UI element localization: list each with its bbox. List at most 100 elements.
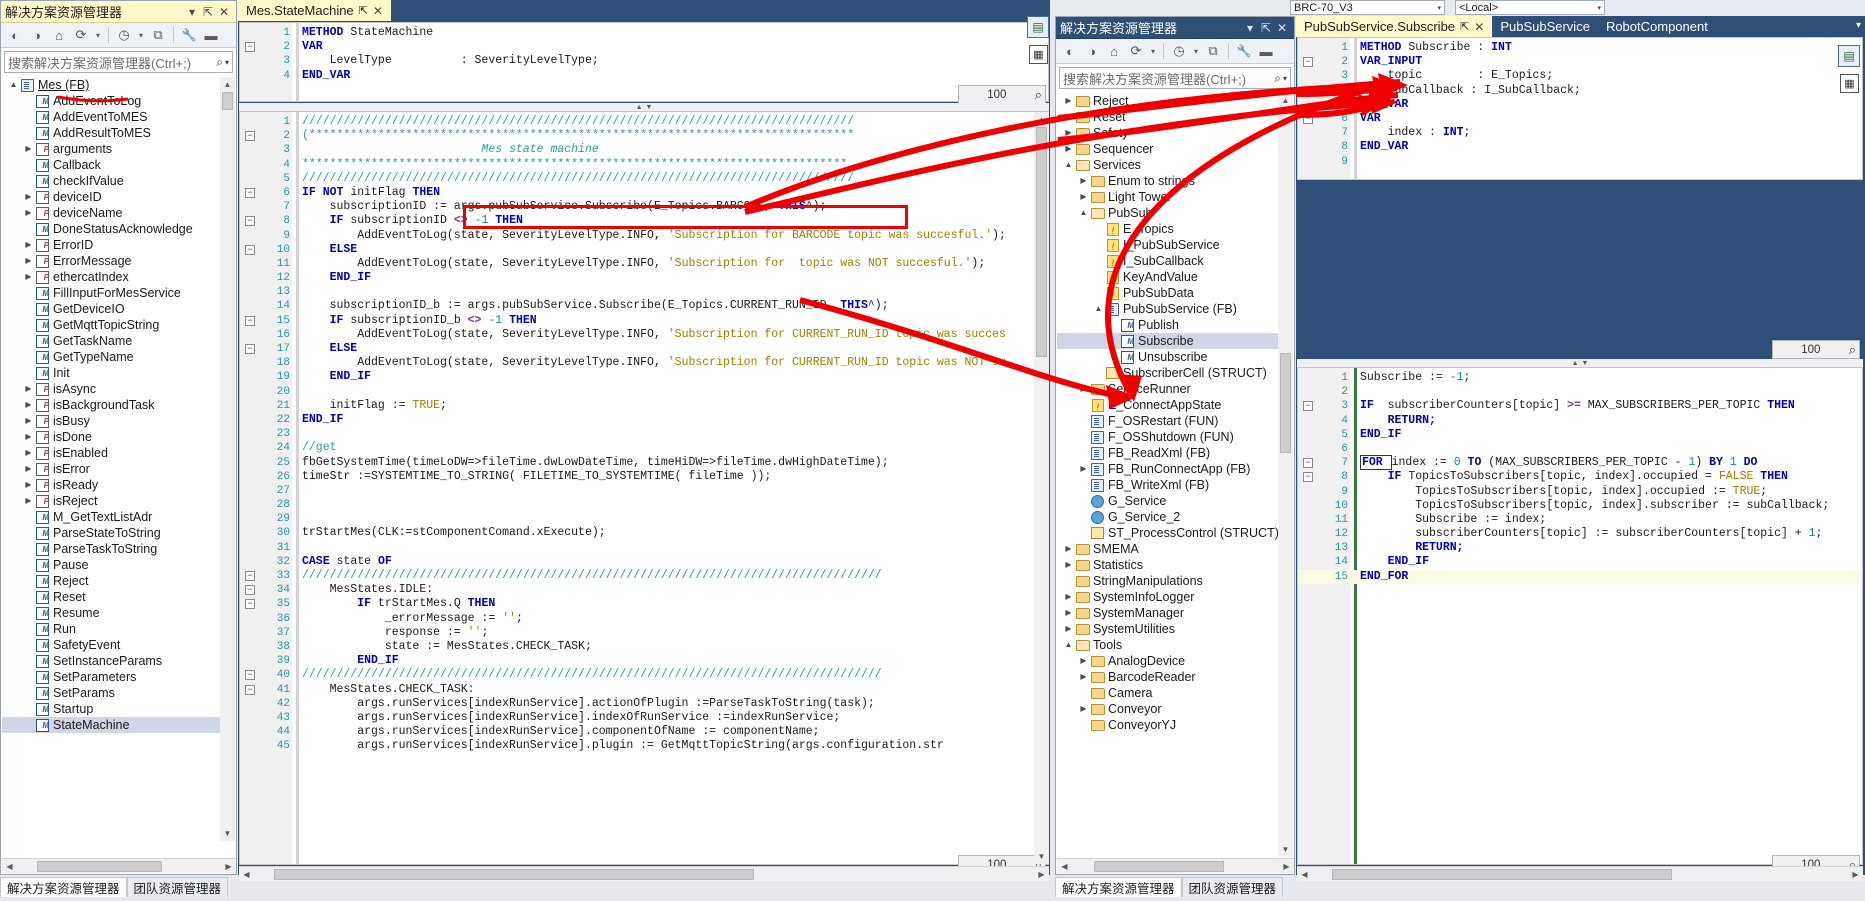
expander-expand-icon[interactable]: ▶ — [1078, 653, 1089, 669]
code-line[interactable]: 39 END_IF — [240, 654, 1048, 668]
tree-item-stringmanipulations[interactable]: StringManipulations — [1057, 573, 1279, 589]
tree-item-st-processcontrol-struct[interactable]: ST_ProcessControl (STRUCT) — [1057, 525, 1279, 541]
history-icon[interactable]: ◷ — [114, 25, 134, 45]
tree-item-parsetasktostring[interactable]: ParseTaskToString — [2, 541, 221, 558]
tree-item-subscribercell-struct[interactable]: SubscriberCell (STRUCT) — [1057, 365, 1279, 381]
expander-expand-icon[interactable]: ▶ — [23, 381, 34, 397]
code-line[interactable]: − 8 IF TopicsToSubscribers[topic, index].… — [1298, 470, 1862, 484]
tree-item-statistics[interactable]: ▶ Statistics — [1057, 557, 1279, 573]
code-line[interactable]: − 41 MesStates.CHECK_TASK: — [240, 683, 1048, 697]
tree-item-pause[interactable]: Pause — [2, 557, 221, 574]
code-line[interactable]: 3 LevelType : SeverityLevelType; — [240, 54, 1048, 68]
right-editor-hscrollbar[interactable]: ◀ ▶ — [1297, 866, 1863, 881]
fold-toggle-icon[interactable]: − — [245, 42, 255, 53]
toolbar-extra-1[interactable] — [1612, 0, 1652, 15]
left-tree-view[interactable]: ▲ Mes (FB) AddEventToLog AddEventToMES AddRe… — [2, 77, 221, 841]
code-line[interactable]: − 6 VAR — [1298, 112, 1862, 126]
table-view-icon[interactable]: ▦ — [1029, 45, 1048, 64]
expander-expand-icon[interactable]: ▶ — [1078, 461, 1089, 477]
code-line[interactable]: 21 initFlag := TRUE; — [240, 399, 1048, 413]
middle-panel-bottom-tabs[interactable]: 解决方案资源管理器 团队资源管理器 — [1055, 876, 1284, 897]
tree-item-m-gettextlistadr[interactable]: M_GetTextListAdr — [2, 509, 221, 526]
tree-item-addeventtolog[interactable]: AddEventToLog — [2, 93, 221, 110]
tree-item-reset[interactable]: ▶ Reset — [1057, 109, 1279, 125]
tree-item-reject[interactable]: Reject — [2, 573, 221, 590]
tree-item-fb-runconnectapp-fb[interactable]: ▶ FB_RunConnectApp (FB) — [1057, 461, 1279, 477]
code-line[interactable]: 13 RETURN; — [1298, 541, 1862, 555]
code-line[interactable]: 30 trStartMes(CLK:=stComponentComand.xExe… — [240, 526, 1048, 540]
expander-expand-icon[interactable]: ▶ — [1078, 669, 1089, 685]
code-line[interactable]: − 6 IF NOT initFlag THEN — [240, 186, 1048, 200]
pin-icon[interactable]: ⇱ — [1460, 20, 1469, 33]
tree-item-reject[interactable]: ▶ Reject — [1057, 93, 1279, 109]
code-line[interactable]: 43 args.runServices[indexRunService].ind… — [240, 711, 1048, 725]
fold-toggle-icon[interactable]: − — [245, 315, 255, 326]
tree-item-fillinputformesservice[interactable]: FillInputForMesService — [2, 285, 221, 302]
chevron-down-icon[interactable]: ▾ — [1191, 41, 1201, 61]
tree-item-isready[interactable]: ▶ isReady — [2, 477, 221, 494]
right-editor-splitter[interactable]: ▲ ▼ — [1297, 359, 1863, 367]
right-decl-zoom-box[interactable]: 100 ⌕ — [1772, 340, 1860, 359]
fold-toggle-icon[interactable]: − — [245, 244, 255, 255]
center-editor-vscrollbar[interactable]: ▲ ▼ — [1034, 112, 1049, 864]
expander-expand-icon[interactable]: ▶ — [1078, 189, 1089, 205]
tree-item-addresulttomes[interactable]: AddResultToMES — [2, 125, 221, 142]
tree-item-run[interactable]: Run — [2, 621, 221, 638]
expander-expand-icon[interactable]: ▶ — [1063, 605, 1074, 621]
tree-item-gettaskname[interactable]: GetTaskName — [2, 333, 221, 350]
tree-item-servicerunner[interactable]: ▶ ServiceRunner — [1057, 381, 1279, 397]
left-tree-hscrollbar[interactable]: ◀ ▶ — [2, 858, 236, 873]
tab-overflow-icon[interactable]: ▾ — [1856, 20, 1861, 31]
fold-toggle-icon[interactable]: − — [245, 670, 255, 681]
expander-expand-icon[interactable]: ▶ — [1063, 541, 1074, 557]
code-line[interactable]: 11 Subscribe := index; — [1298, 513, 1862, 527]
code-line[interactable]: 12 END_IF — [240, 271, 1048, 285]
left-tree-vscrollbar[interactable]: ▲ ▼ — [220, 77, 235, 841]
tree-item-callback[interactable]: Callback — [2, 157, 221, 174]
fold-toggle-icon[interactable]: − — [1303, 472, 1313, 483]
tree-item-f-osrestart-fun[interactable]: F_OSRestart (FUN) — [1057, 413, 1279, 429]
back-icon[interactable]: ◐ — [1060, 41, 1080, 61]
code-line[interactable]: − 2 (*************************************… — [240, 129, 1048, 143]
tree-item-f-osshutdown-fun[interactable]: F_OSShutdown (FUN) — [1057, 429, 1279, 445]
bottom-tab-solution-explorer[interactable]: 解决方案资源管理器 — [0, 877, 127, 897]
expander-collapse-icon[interactable]: ▲ — [8, 77, 19, 93]
tree-item-safety[interactable]: ▶ Safety — [1057, 125, 1279, 141]
scroll-right-icon[interactable]: ▶ — [1848, 870, 1863, 879]
tree-item-tools[interactable]: ▲ Tools — [1057, 637, 1279, 653]
tree-item-resume[interactable]: Resume — [2, 605, 221, 622]
tree-item-isbusy[interactable]: ▶ isBusy — [2, 413, 221, 430]
right-declaration-pane[interactable]: 1 METHOD Subscribe : INT −2 VAR_INPUT 3 topi… — [1297, 37, 1863, 180]
center-editor-tabstrip[interactable]: Mes.StateMachine ⇱ ✕ — [238, 0, 1050, 21]
chevron-down-icon[interactable]: ▾ — [1242, 21, 1258, 35]
code-line[interactable]: 11 AddEventToLog(state, SeverityLevelTyp… — [240, 257, 1048, 271]
code-line[interactable]: 13 — [240, 285, 1048, 299]
tree-item-conveyoryj[interactable]: ConveyorYJ — [1057, 717, 1279, 733]
scroll-down-icon[interactable]: ▼ — [1278, 842, 1293, 857]
tree-item-smema[interactable]: ▶ SMEMA — [1057, 541, 1279, 557]
scroll-down-icon[interactable]: ▼ — [220, 826, 235, 841]
tree-item-sequencer[interactable]: ▶ Sequencer — [1057, 141, 1279, 157]
expander-expand-icon[interactable]: ▶ — [1063, 109, 1074, 125]
chevron-down-icon[interactable]: ▾ — [1148, 41, 1158, 61]
collapse-all-icon[interactable]: ▬ — [201, 25, 221, 45]
tree-item-keyandvalue[interactable]: KeyAndValue — [1057, 269, 1279, 287]
search-icon[interactable]: ⌕ — [216, 55, 223, 70]
center-declaration-pane[interactable]: 1 METHOD StateMachine −2 VAR 3 LevelType : S… — [239, 22, 1049, 102]
tree-item-parsestatetostring[interactable]: ParseStateToString — [2, 525, 221, 542]
editor-tab-robotcomponent[interactable]: RobotComponent — [1598, 16, 1716, 37]
code-line[interactable]: 15 END_FOR — [1298, 569, 1862, 584]
expander-expand-icon[interactable]: ▶ — [23, 445, 34, 461]
left-panel-bottom-tabs[interactable]: 解决方案资源管理器 团队资源管理器 — [0, 876, 229, 897]
right-declaration-code[interactable]: 1 METHOD Subscribe : INT −2 VAR_INPUT 3 topi… — [1298, 41, 1862, 169]
expander-expand-icon[interactable]: ▶ — [23, 413, 34, 429]
tree-item-pubsubdata[interactable]: PubSubData — [1057, 285, 1279, 303]
tree-item-camera[interactable]: Camera — [1057, 685, 1279, 701]
scroll-up-icon[interactable]: ▲ — [1034, 112, 1049, 127]
scroll-left-icon[interactable]: ◀ — [1297, 870, 1312, 879]
tree-item-donestatusacknowledge[interactable]: DoneStatusAcknowledge — [2, 221, 221, 238]
tree-item-setinstanceparams[interactable]: SetInstanceParams — [2, 653, 221, 670]
tree-item-isasync[interactable]: ▶ isAsync — [2, 381, 221, 398]
code-line[interactable]: − 33 /////////////////////////////////////… — [240, 569, 1048, 583]
back-icon[interactable]: ◐ — [5, 25, 25, 45]
